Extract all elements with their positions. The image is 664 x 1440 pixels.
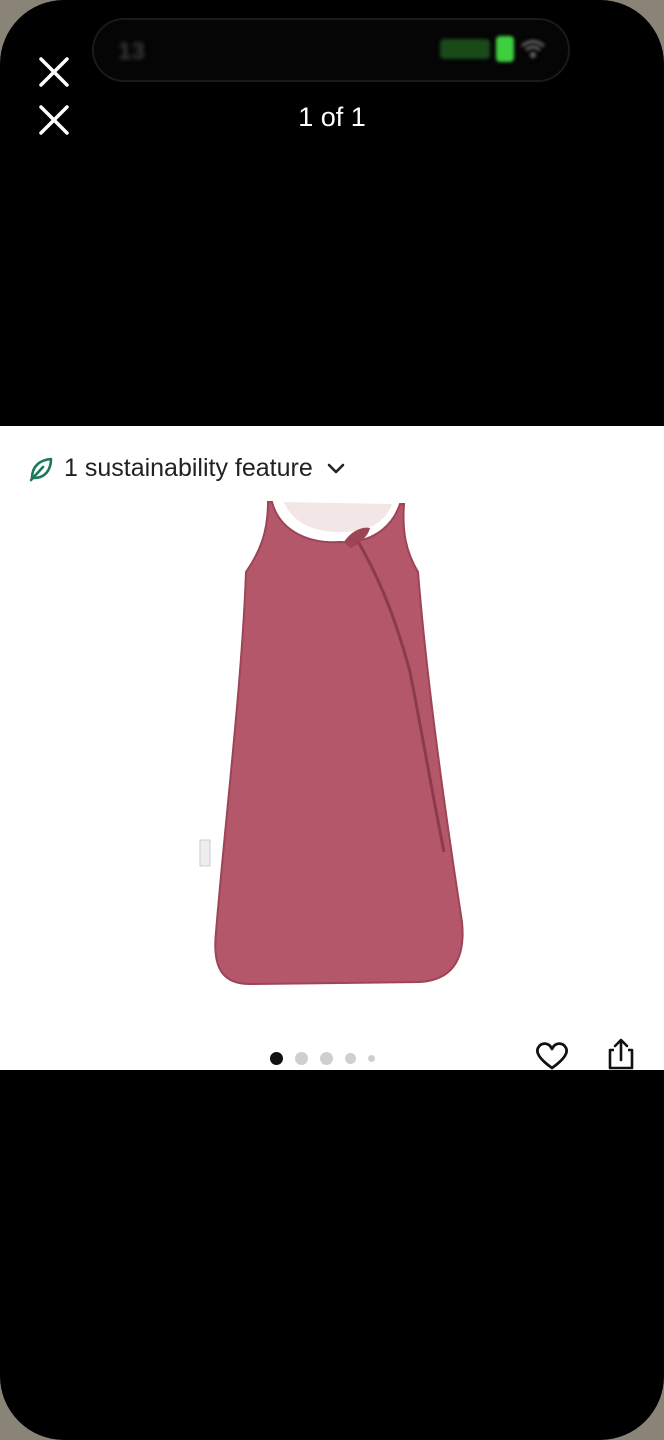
share-icon xyxy=(608,1038,634,1070)
carousel-dot[interactable] xyxy=(320,1052,333,1065)
chevron-down-icon xyxy=(327,463,345,473)
status-icons xyxy=(440,34,550,64)
cellular-signal-icon xyxy=(440,39,490,59)
wishlist-button[interactable] xyxy=(534,1042,570,1070)
carousel-dot[interactable] xyxy=(295,1052,308,1065)
close-icon xyxy=(39,57,69,87)
share-button[interactable] xyxy=(604,1038,638,1070)
leaf-icon xyxy=(29,457,53,481)
carousel-dot[interactable] xyxy=(368,1055,375,1062)
product-image xyxy=(199,501,464,986)
battery-icon xyxy=(496,36,514,62)
carousel-dot[interactable] xyxy=(270,1052,283,1065)
image-counter: 1 of 1 xyxy=(298,102,366,132)
heart-icon xyxy=(535,1042,569,1070)
phone-screen: 13 1 of 1 1 sustainability feature xyxy=(0,0,664,1440)
carousel-dot[interactable] xyxy=(345,1053,356,1064)
sustainability-label: 1 sustainability feature xyxy=(64,454,313,482)
status-time: 13 xyxy=(118,38,145,65)
wifi-icon xyxy=(521,40,545,58)
carousel-dots xyxy=(270,1052,375,1065)
close-button[interactable] xyxy=(38,56,70,88)
image-viewer[interactable]: 1 sustainability feature xyxy=(0,426,664,1070)
sustainability-feature-toggle[interactable]: 1 sustainability feature xyxy=(28,454,345,483)
